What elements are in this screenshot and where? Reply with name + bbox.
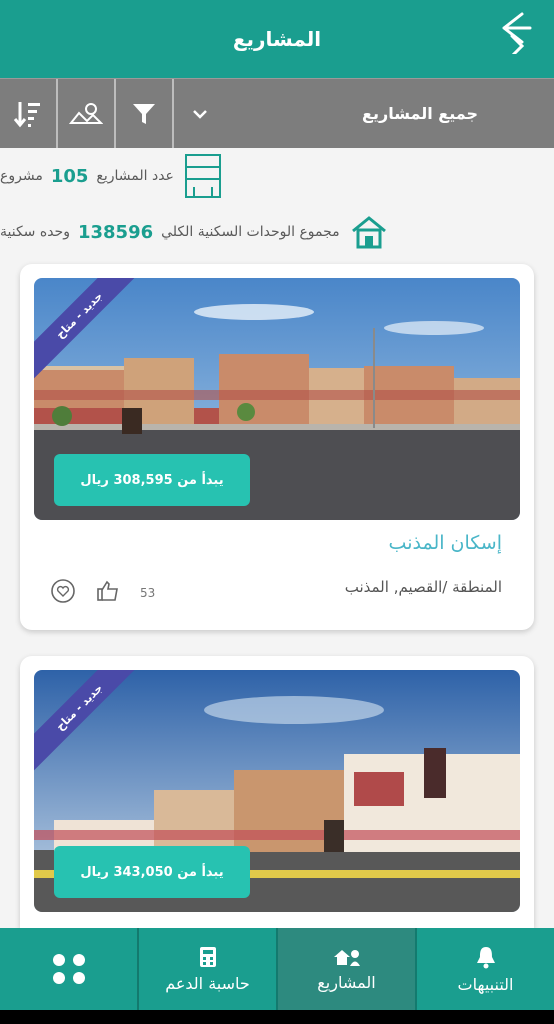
project-image[interactable]: جديد - متاح يبدأ من 308,595 ريال	[34, 278, 520, 520]
page-title: المشاريع	[232, 27, 322, 51]
nav-notifications-label: التنبيهات	[457, 974, 514, 994]
project-region: المنطقة /القصيم, المذنب	[344, 578, 502, 596]
thumbs-up-icon	[97, 580, 118, 601]
house-icon	[350, 215, 388, 249]
nav-calculator[interactable]: حاسبة الدعم	[137, 928, 276, 1010]
projects-dropdown[interactable]: جميع المشاريع	[174, 79, 554, 148]
favorite-button[interactable]	[50, 578, 76, 608]
likes-count: 53	[140, 586, 156, 600]
chevron-down-icon	[193, 109, 207, 119]
document-icon	[184, 153, 222, 199]
sort-button[interactable]	[0, 79, 58, 148]
units-count-label: مجموع الوحدات السكنية الكلي	[161, 224, 340, 240]
bell-icon	[476, 946, 495, 968]
projects-count-value: 105	[50, 165, 89, 187]
heart-icon	[51, 579, 75, 603]
sort-icon	[13, 101, 40, 127]
nav-apps[interactable]	[0, 928, 137, 1010]
nav-projects-label: المشاريع	[317, 972, 376, 992]
price-label: يبدأ من 343,050 ريال	[54, 846, 250, 898]
nav-projects[interactable]: المشاريع	[276, 928, 415, 1010]
projects-count-unit: مشروع	[0, 168, 43, 184]
back-arrow-icon[interactable]	[498, 10, 532, 58]
filter-toolbar: جميع المشاريع	[0, 78, 554, 148]
card-actions: 53	[50, 578, 155, 608]
projects-count-row: عدد المشاريع 105 مشروع	[0, 148, 554, 204]
grid-dots-icon	[52, 954, 85, 984]
map-button[interactable]	[58, 79, 116, 148]
dropdown-label: جميع المشاريع	[362, 104, 478, 123]
calculator-icon	[199, 946, 216, 967]
project-title[interactable]: إسكان المذنب	[389, 532, 502, 554]
nav-notifications[interactable]: التنبيهات	[415, 928, 554, 1010]
projects-icon	[333, 949, 360, 966]
units-count-row: مجموع الوحدات السكنية الكلي 138596 وحده …	[0, 204, 554, 260]
project-card[interactable]: جديد - متاح يبدأ من 308,595 ريال إسكان ا…	[20, 264, 534, 630]
project-image[interactable]: جديد - متاح يبدأ من 343,050 ريال	[34, 670, 520, 912]
map-icon	[69, 102, 103, 124]
filter-icon	[133, 103, 155, 124]
app-header: المشاريع	[0, 0, 554, 78]
nav-calculator-label: حاسبة الدعم	[165, 973, 250, 993]
units-count-value: 138596	[77, 221, 154, 243]
bottom-navigation: حاسبة الدعم المشاريع التنبيهات	[0, 928, 554, 1010]
units-count-unit: وحده سكنية	[0, 224, 70, 240]
project-card[interactable]: جديد - متاح يبدأ من 343,050 ريال	[20, 656, 534, 928]
projects-count-label: عدد المشاريع	[96, 168, 174, 184]
like-button[interactable]	[96, 580, 120, 606]
price-label: يبدأ من 308,595 ريال	[54, 454, 250, 506]
filter-button[interactable]	[116, 79, 174, 148]
system-bar	[0, 1010, 554, 1024]
